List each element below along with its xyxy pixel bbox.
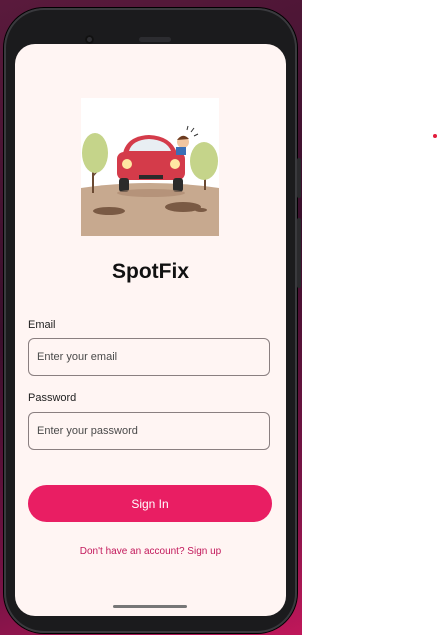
app-screen: SpotFix Email Password Sign In Don't hav… (15, 44, 286, 616)
email-label: Email (28, 319, 56, 331)
app-title: SpotFix (112, 260, 189, 283)
front-camera-icon (85, 35, 94, 44)
password-field[interactable] (28, 412, 270, 450)
sign-in-button[interactable]: Sign In (28, 485, 272, 522)
car-pothole-illustration (81, 98, 219, 236)
home-gesture-bar[interactable] (113, 605, 187, 608)
email-field[interactable] (28, 338, 270, 376)
power-button (297, 218, 301, 288)
earpiece-speaker (139, 37, 171, 42)
red-dot-marker (433, 134, 437, 138)
sign-up-link[interactable]: Don't have an account? Sign up (15, 546, 286, 557)
volume-button (297, 158, 301, 198)
password-label: Password (28, 392, 77, 404)
